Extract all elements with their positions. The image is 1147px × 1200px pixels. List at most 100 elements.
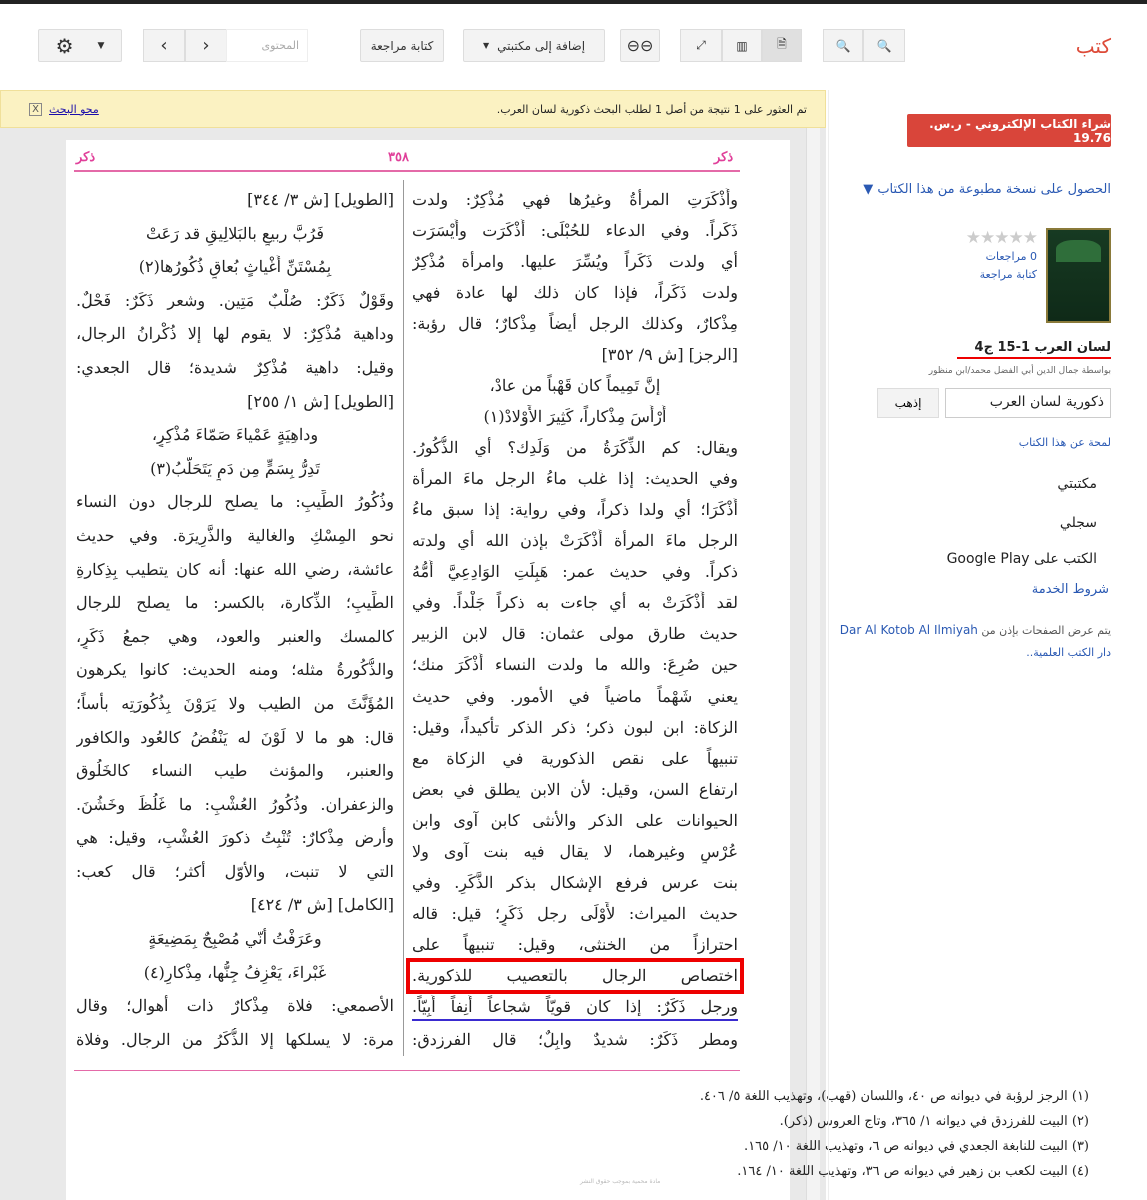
text-line: ذكراً. وفي حديث عمر: هَبِلَتِ الوَادِعِي…	[412, 562, 738, 582]
text-line: حديث الميراث: لأَوْلَى رجل ذَكَرٍ؛ قيل: …	[412, 903, 738, 923]
text-line: مرة: لا يسلكها إلا الذُّكَرُ من الرجال. …	[76, 1029, 394, 1049]
book-title: لسان العرب 1-15 ج4	[956, 340, 1111, 359]
text-line: ومطر ذَكَرٌ: شديدٌ وابِلٌ؛ قال الفرزدق:	[412, 1029, 738, 1049]
write-review-button[interactable]: كتابة مراجعة	[360, 29, 444, 62]
column-divider	[403, 180, 404, 1056]
text-line: تَدِرُّ بِسَمٍّ مِن دَمٍ يَتَحَلَّبُ(٣)	[150, 458, 320, 478]
text-line: قال: هو ما لا لَوْنَ له يَنْفُضُ كالعُود…	[76, 727, 394, 747]
text-line: غَبْراءَ، يَعْزِفُ جِنُّها، مِذْكارِ(٤)	[143, 962, 327, 982]
text-line: مِذْكارٌ، وكذلك الرجل أيضاً مِذْكارٌ؛ قا…	[412, 314, 738, 334]
next-page-button[interactable]: ›	[143, 29, 185, 62]
text-line: ولدت ذَكَراً، فإذا كان ذلك لها عادة فهي	[412, 283, 738, 303]
text-line: يعني شَهْماً ماضياً في الأمور. وفي حديث	[412, 686, 738, 706]
text-line: ذَكَراً. وفي الدعاء للحُبْلَى: أَذْكَرَت…	[412, 221, 738, 241]
google-play-link[interactable]: الكتب على Google Play	[947, 551, 1097, 567]
text-line: لقد أَذْكَرَتْ به أي جاءت به ذكراً جَلْد…	[412, 593, 738, 613]
sidebar: شراء الكتاب الإلكتروني - ر.س. 19.76 الحص…	[828, 90, 1147, 1200]
text-line: عائشة، رضي الله عنها: أنه كان يتطيب بِذِ…	[76, 559, 394, 579]
text-line: الأصمعي: فلاة مِذْكارٌ ذات أهوال؛ وقال	[76, 996, 394, 1016]
reviews-link[interactable]: 0 مراجعات	[986, 250, 1037, 263]
book-author: بواسطة جمال الدين أبي الفضل محمد/ابن منظ…	[928, 366, 1111, 376]
text-line: احترازاً من الخنثى، وقيل: تنبيهاً على	[412, 934, 738, 954]
zoom-out-button[interactable]: 🔍	[823, 29, 863, 62]
text-line: تنبيهاً على نقص الذكورية في الزكاة مع	[412, 748, 738, 768]
text-line: والعنبر، والمؤنث طيب النساء كالخَلُوق	[76, 761, 394, 781]
dropdown-icon: ▼	[482, 41, 490, 50]
search-notice: تم العثور على 1 نتيجة من أصل 1 لطلب البح…	[0, 90, 826, 128]
text-line: [الطويل] [ش ١/ ٢٥٥]	[247, 391, 394, 411]
left-column: [الطويل] [ش ٣/ ٣٤٤] فَرُبَّ ربيعٍ بالبَلا…	[76, 188, 394, 1052]
text-line: وأَذْكَرَتِ المرأةُ وغيرُها فهي مُذْكِرٌ…	[412, 190, 738, 209]
text-line: التي لا تنبت، والأوّل أكثر؛ قال كعب:	[76, 861, 394, 881]
link-icon: ⊖⊖	[626, 36, 654, 55]
footnote-rule	[74, 1070, 740, 1071]
text-line: عُرْسٍ وغيرهما، لا يقال فيه بنت آوى ولا	[412, 841, 738, 861]
text-line: ارتفاع السن، وقيل: لأن الابن يطلق في بعض	[412, 779, 738, 799]
print-copy-link[interactable]: الحصول على نسخة مطبوعة من هذا الكتاب ▼	[863, 182, 1111, 197]
text-line: وداهِيَةٍ عَمْياءَ صَمّاءَ مُذْكِرٍ،	[151, 425, 319, 445]
page-header-left: ذكر	[76, 150, 96, 165]
notice-message: تم العثور على 1 نتيجة من أصل 1 لطلب البح…	[496, 103, 807, 116]
publisher-link[interactable]: Dar Al Kotob Al Ilmiyah	[840, 623, 978, 637]
content-search-input[interactable]: المحتوى	[226, 29, 308, 62]
scrollbar[interactable]	[806, 128, 820, 1200]
publisher-ar-link[interactable]: دار الكتب العلمية..	[1026, 646, 1111, 659]
publisher-note: يتم عرض الصفحات بإذن من Dar Al Kotob Al …	[840, 623, 1111, 637]
text-line: وداهية مُذْكِرٌ: لا يقوم لها إلا ذُكْران…	[76, 324, 394, 344]
history-link[interactable]: سجلي	[1060, 515, 1097, 531]
write-review-link[interactable]: كتابة مراجعة	[980, 268, 1037, 281]
clear-search-link[interactable]: محو البحث	[49, 103, 99, 116]
text-line: وفي الحديث: إذا غلب ماءُ الرجل ماءَ المر…	[412, 469, 738, 489]
settings-button[interactable]: ▼ ⚙	[38, 29, 122, 62]
page-icon: 🗎	[777, 37, 787, 51]
zoom-in-button[interactable]: 🔍	[863, 29, 905, 62]
text-line: [الطويل] [ش ٣/ ٣٤٤]	[247, 190, 394, 209]
copyright-watermark: مادة محمية بموجب حقوق النشر	[580, 1178, 661, 1185]
link-button[interactable]: ⊖⊖	[620, 29, 660, 62]
underlined-line: ورجل ذَكَرٌ: إذا كان قويّاً شجاعاً أَنِف…	[412, 995, 738, 1021]
text-line: وقيل: داهية مُذْكِرٌ شديدة؛ قال الجعدي:	[76, 357, 394, 377]
text-line: والزعفران. وذُكُورُ العُشْبِ: ما غَلُظَ …	[76, 794, 394, 814]
text-line: بِمُسْتَنِّ أَغْياثٍ بُعاقٍ ذُكُورُها(٢)	[138, 257, 332, 277]
text-line: الطِّيبِ؛ الذِّكارة، بالكسر: ما يصلح للر…	[76, 593, 394, 613]
fullscreen-button[interactable]: ⤢	[680, 29, 722, 62]
single-page-button[interactable]: 🗎	[762, 29, 802, 62]
my-library-link[interactable]: مكتبتي	[1057, 476, 1097, 492]
book-search-input[interactable]: ذكورية لسان العرب	[945, 388, 1111, 418]
text-line: إنَّ تَمِيماً كان قَهْباً من عادْ،	[489, 376, 661, 396]
add-to-library-label: إضافة إلى مكتبتي	[497, 38, 586, 53]
text-line: أَرْأَسَ مِذْكاراً، كَثِيرَ الأَوْلادْ(١…	[483, 407, 667, 427]
text-line: وذُكُورُ الطِّيبِ: ما يصلح للرجال دون ال…	[76, 492, 394, 512]
text-line: نحو المِسْكِ والغالية والذَّرِيرَة. وفي …	[76, 525, 394, 545]
chevron-down-icon: ▼	[97, 40, 105, 51]
text-line: فَرُبَّ ربيعٍ بالبَلالِيقِ قد رَعَتْ	[145, 223, 325, 243]
text-line: [الكامل] [ش ٣/ ٤٢٤]	[250, 895, 394, 915]
zoom-in-icon: 🔍	[876, 38, 892, 53]
two-page-button[interactable]: ▥	[722, 29, 762, 62]
page-number: ٣٥٨	[388, 150, 409, 165]
book-cover[interactable]	[1046, 228, 1111, 323]
terms-link[interactable]: شروط الخدمة	[1032, 582, 1109, 597]
books-logo[interactable]: كتب	[1076, 34, 1111, 58]
text-line: أَذْكَرَا؛ أي ولدا ذكراً، وفي رواية: إذا…	[412, 500, 738, 520]
text-line: حين صُرِعَ: والله ما ولدت النساء أَذْكَر…	[412, 655, 738, 675]
rating-stars[interactable]: ★★★★★	[966, 228, 1038, 248]
text-line: ويقال: كم الذِّكَرَةُ من وَلَدِك؟ أي الذ…	[412, 438, 738, 458]
page-header-right: ذكر	[714, 150, 734, 165]
text-line: أي ولدت ذَكَراً ويُسِّرَ عليها. وامرأة م…	[412, 252, 738, 272]
add-to-library-button[interactable]: إضافة إلى مكتبتي ▼	[463, 29, 605, 62]
go-button[interactable]: إذهب	[877, 388, 939, 418]
text-line: وقَوْلٌ ذَكَرٌ: صُلْبٌ مَتِين. وشعر ذَكَ…	[76, 290, 394, 310]
text-line: كالمسك والعنبر والعود، وهي جمعُ ذَكَرٍ،	[76, 626, 394, 646]
close-icon[interactable]: X	[29, 103, 42, 116]
buy-ebook-button[interactable]: شراء الكتاب الإلكتروني - ر.س. 19.76	[907, 114, 1111, 147]
text-line: [الرجز] [ش ٩/ ٣٥٢]	[601, 345, 738, 365]
zoom-out-icon: 🔍	[835, 38, 851, 53]
text-line: وأرض مِذْكارٌ: تُنْبِتُ ذكورَ العُشْبِ، …	[76, 828, 394, 848]
text-line: وعَرَفْتُ أنّي مُصْبِحٌ بِمَضِيعَةٍ	[148, 929, 322, 949]
prev-page-button[interactable]: ‹	[185, 29, 227, 62]
text-line: بنت عرس فرفع الإشكال بذكر الذَّكَرِ. وفي	[412, 872, 738, 892]
text-line: المُؤَنَّثَ من الطيب ولا يَرَوْنَ بِذُكُ…	[76, 693, 394, 713]
about-book-link[interactable]: لمحة عن هذا الكتاب	[1019, 436, 1111, 449]
text-line: الرجل ماءَ المرأة أَذْكَرَتْ بإذن الله أ…	[412, 531, 738, 551]
